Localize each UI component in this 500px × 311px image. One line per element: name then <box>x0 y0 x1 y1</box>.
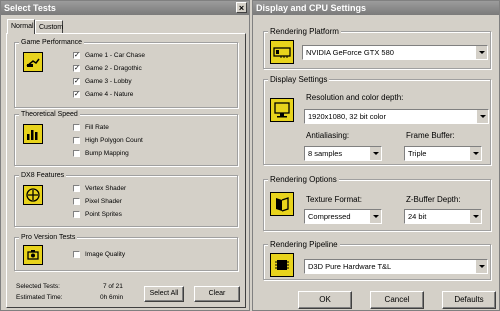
rendering-platform-group: Rendering Platform NVIDIA GeForce GTX 58… <box>263 27 491 69</box>
tab-normal[interactable]: Normal <box>7 19 35 34</box>
point-sprites-checkbox[interactable]: Point Sprites <box>73 210 122 219</box>
high-polygon-checkbox[interactable]: High Polygon Count <box>73 136 143 145</box>
checkbox-box[interactable] <box>73 123 80 131</box>
texture-format-label: Texture Format: <box>306 195 363 204</box>
estimated-time-label: Estimated Time: <box>16 294 63 301</box>
checkbox-box[interactable] <box>73 136 80 144</box>
chevron-down-icon[interactable] <box>476 110 488 123</box>
game-1-checkbox[interactable]: ✓ Game 1 - Car Chase <box>73 51 145 60</box>
resolution-select[interactable]: 1920x1080, 32 bit color <box>304 109 489 124</box>
clear-button[interactable]: Clear <box>194 286 240 302</box>
rendering-options-label: Rendering Options <box>268 175 339 184</box>
close-button[interactable]: × <box>236 2 247 13</box>
tab-custom[interactable]: Custom <box>35 20 63 34</box>
select-tests-title: Select Tests <box>4 3 56 13</box>
checkbox-box[interactable]: ✓ <box>73 77 80 85</box>
chevron-down-icon[interactable] <box>369 210 381 223</box>
texture-format-select[interactable]: Compressed <box>304 209 382 224</box>
game-performance-label: Game Performance <box>19 38 85 47</box>
chevron-down-icon[interactable] <box>469 147 481 160</box>
frame-buffer-label: Frame Buffer: <box>406 131 455 140</box>
frame-buffer-select[interactable]: Triple <box>404 146 482 161</box>
checkbox-box[interactable]: ✓ <box>73 64 80 72</box>
ok-button[interactable]: OK <box>298 291 352 309</box>
fan-icon <box>23 185 43 205</box>
theoretical-speed-label: Theoretical Speed <box>19 110 80 119</box>
game-icon <box>23 52 43 72</box>
pipeline-chip-icon <box>270 253 294 277</box>
game-performance-group: Game Performance ✓ Game 1 - Car Chase ✓ Ga… <box>14 38 238 108</box>
tests-tab-panel: Game Performance ✓ Game 1 - Car Chase ✓ Ga… <box>6 33 246 308</box>
chevron-down-icon[interactable] <box>369 147 381 160</box>
image-quality-checkbox[interactable]: Image Quality <box>73 250 125 259</box>
rendering-platform-label: Rendering Platform <box>268 27 341 36</box>
bar-chart-icon <box>23 124 43 144</box>
vertex-shader-checkbox[interactable]: Vertex Shader <box>73 184 126 193</box>
estimated-time-value: 0h 6min <box>100 294 124 301</box>
texture-book-icon <box>270 192 294 216</box>
selected-tests-label: Selected Tests: <box>16 283 60 290</box>
checkbox-box[interactable]: ✓ <box>73 51 80 59</box>
antialiasing-label: Antialiasing: <box>306 131 350 140</box>
checkbox-box[interactable] <box>73 210 80 218</box>
resolution-label: Resolution and color depth: <box>306 93 404 102</box>
fill-rate-checkbox[interactable]: Fill Rate <box>73 123 109 132</box>
checkbox-box[interactable] <box>73 250 80 258</box>
game-4-checkbox[interactable]: ✓ Game 4 - Nature <box>73 90 133 99</box>
z-buffer-select[interactable]: 24 bit <box>404 209 482 224</box>
chevron-down-icon[interactable] <box>475 260 487 273</box>
rendering-pipeline-group: Rendering Pipeline D3D Pure Hardware T&L <box>263 240 491 280</box>
defaults-button[interactable]: Defaults <box>442 291 496 309</box>
display-settings-group: Display Settings Resolution and color de… <box>263 75 491 165</box>
bump-mapping-checkbox[interactable]: Bump Mapping <box>73 149 129 158</box>
pro-version-group: Pro Version Tests Image Quality <box>14 233 238 271</box>
select-all-button[interactable]: Select All <box>144 286 184 302</box>
antialiasing-select[interactable]: 8 samples <box>304 146 382 161</box>
game-3-checkbox[interactable]: ✓ Game 3 - Lobby <box>73 77 132 86</box>
display-settings-label: Display Settings <box>268 75 330 84</box>
dx8-features-label: DX8 Features <box>19 171 67 180</box>
theoretical-speed-group: Theoretical Speed Fill Rate High Polygon… <box>14 110 238 166</box>
monitor-icon <box>270 98 294 122</box>
rendering-pipeline-label: Rendering Pipeline <box>268 240 340 249</box>
pro-version-label: Pro Version Tests <box>19 233 78 242</box>
display-settings-title: Display and CPU Settings <box>256 3 367 13</box>
select-tests-titlebar: Select Tests × <box>1 1 249 15</box>
checkbox-box[interactable] <box>73 184 80 192</box>
select-tests-window: Select Tests × Normal Custom Game Perfor… <box>0 0 250 311</box>
chevron-down-icon[interactable] <box>469 210 481 223</box>
checkbox-box[interactable] <box>73 197 80 205</box>
checkbox-box[interactable] <box>73 149 80 157</box>
checkbox-box[interactable]: ✓ <box>73 90 80 98</box>
dx8-features-group: DX8 Features Vertex Shader Pixel Shader … <box>14 171 238 227</box>
selected-tests-value: 7 of 21 <box>103 283 123 290</box>
platform-select[interactable]: NVIDIA GeForce GTX 580 <box>302 45 488 60</box>
gpu-card-icon <box>270 40 294 64</box>
display-settings-titlebar: Display and CPU Settings <box>253 1 499 15</box>
image-quality-icon <box>23 245 43 265</box>
display-settings-window: Display and CPU Settings Rendering Platf… <box>252 0 500 311</box>
game-2-checkbox[interactable]: ✓ Game 2 - Dragothic <box>73 64 142 73</box>
pipeline-select[interactable]: D3D Pure Hardware T&L <box>304 259 488 274</box>
pixel-shader-checkbox[interactable]: Pixel Shader <box>73 197 122 206</box>
z-buffer-label: Z-Buffer Depth: <box>406 195 461 204</box>
rendering-options-group: Rendering Options Texture Format: Z-Buff… <box>263 175 491 231</box>
chevron-down-icon[interactable] <box>475 46 487 59</box>
cancel-button[interactable]: Cancel <box>370 291 424 309</box>
